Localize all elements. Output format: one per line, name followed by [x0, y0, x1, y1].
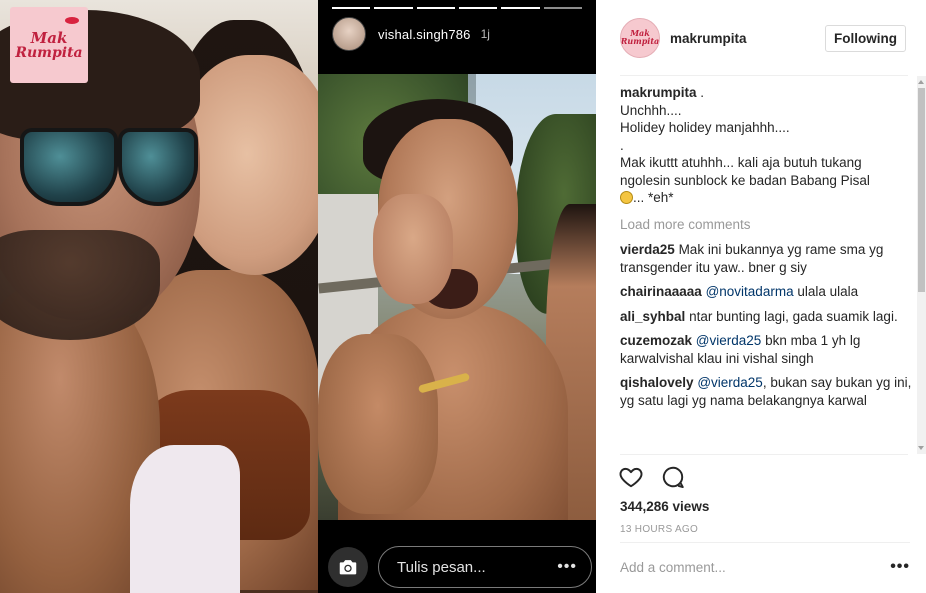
- load-more-comments-link[interactable]: Load more comments: [620, 216, 916, 234]
- heart-icon[interactable]: [618, 464, 644, 490]
- mak-rumpita-logo: Mak Rumpita: [10, 7, 88, 83]
- caption-line: Unchhh....: [620, 102, 682, 118]
- story-photo: [318, 74, 596, 520]
- view-count: 344,286 views: [620, 499, 710, 514]
- comment-username[interactable]: qishalovely: [620, 375, 694, 390]
- more-options-icon[interactable]: •••: [890, 558, 910, 576]
- comment-username[interactable]: ali_syhbal: [620, 309, 685, 324]
- story-progress-bars: [332, 7, 582, 9]
- story-progress-segment: [543, 7, 582, 9]
- story-progress-segment: [458, 7, 498, 9]
- comments-scrollbar[interactable]: [917, 76, 926, 454]
- story-header: vishal.singh786 1j: [332, 17, 490, 51]
- caption-line: Mak ikuttt atuhhh... kali aja butuh tuka…: [620, 155, 862, 170]
- message-placeholder: Tulis pesan...: [397, 558, 486, 576]
- caption-suffix: .: [700, 85, 705, 100]
- post-username[interactable]: makrumpita: [670, 31, 825, 46]
- caption-line: .: [620, 137, 624, 153]
- avatar-line2: Rumpita: [620, 36, 660, 46]
- comment: ali_syhbal ntar bunting lagi, gada suami…: [620, 308, 916, 326]
- comment-username[interactable]: cuzemozak: [620, 333, 692, 348]
- story-username: vishal.singh786: [378, 26, 471, 42]
- scroll-down-arrow-icon[interactable]: [918, 446, 924, 450]
- post-header: Mak Rumpita makrumpita Following: [596, 0, 926, 76]
- caption-last-text: ... *eh*: [633, 190, 674, 205]
- lips-icon: [65, 17, 79, 24]
- sunglasses-right-lens: [118, 128, 198, 206]
- story-progress-segment: [332, 7, 371, 9]
- man-hand: [373, 194, 453, 304]
- comment-username[interactable]: chairinaaaaa: [620, 284, 702, 299]
- left-photo: Mak Rumpita: [0, 0, 318, 593]
- comment-mention[interactable]: @vierda25: [697, 375, 763, 390]
- comment-mention[interactable]: @novitadarma: [706, 284, 794, 299]
- comment: cuzemozak @vierda25 bkn mba 1 yh lg karw…: [620, 332, 916, 367]
- post-timestamp: 13 HOURS AGO: [620, 524, 699, 535]
- comment-icon[interactable]: [660, 464, 686, 490]
- story-progress-segment: [416, 7, 455, 9]
- story-progress-segment: [501, 7, 540, 9]
- comment-username[interactable]: vierda25: [620, 242, 675, 257]
- post-sidebar: Mak Rumpita makrumpita Following makrump…: [596, 0, 926, 593]
- camera-button[interactable]: [328, 547, 368, 587]
- logo-line2: Rumpita: [15, 44, 83, 61]
- story-timestamp: 1j: [480, 27, 490, 41]
- post-media: Mak Rumpita vishal.singh786 1j Tulis pes…: [0, 0, 596, 593]
- caption-line: Holidey holidey manjahhh....: [620, 120, 790, 135]
- story-message-input[interactable]: Tulis pesan... •••: [378, 546, 592, 588]
- more-icon[interactable]: •••: [557, 558, 577, 576]
- comment: vierda25 Mak ini bukannya yg rame sma yg…: [620, 241, 916, 276]
- comment-text: ulala ulala: [797, 284, 859, 299]
- logo-line1: Mak: [30, 28, 68, 47]
- avatar[interactable]: Mak Rumpita: [620, 18, 660, 58]
- caption-username[interactable]: makrumpita: [620, 85, 697, 100]
- comment-text: ntar bunting lagi, gada suamik lagi.: [689, 308, 898, 324]
- add-comment-bar: Add a comment... •••: [620, 542, 910, 592]
- story-progress-segment: [374, 7, 413, 9]
- scrollbar-thumb[interactable]: [918, 88, 925, 292]
- emoji-icon: [620, 191, 633, 204]
- comment-mention[interactable]: @vierda25: [696, 333, 762, 348]
- comment: chairinaaaaa @novitadarma ulala ulala: [620, 283, 916, 301]
- comments-list: makrumpita . Unchhh.... Holidey holidey …: [620, 84, 916, 454]
- following-button[interactable]: Following: [825, 24, 906, 52]
- sunglasses-left-lens: [20, 128, 118, 206]
- caption-last-line: ... *eh*: [620, 189, 916, 207]
- caption-line: ngolesin sunblock ke badan Babang Pisal: [620, 172, 870, 188]
- scroll-up-arrow-icon[interactable]: [918, 80, 924, 84]
- camera-icon: [339, 560, 357, 575]
- add-comment-input[interactable]: Add a comment...: [620, 560, 890, 575]
- story-screenshot: vishal.singh786 1j Tulis pesan... •••: [318, 0, 596, 593]
- man-arm: [318, 334, 438, 514]
- post-actions: 344,286 views 13 HOURS AGO Add a comment…: [596, 454, 926, 593]
- caption: makrumpita . Unchhh.... Holidey holidey …: [620, 84, 916, 207]
- story-avatar: [332, 17, 366, 51]
- comment: qishalovely @vierda25, bukan say bukan y…: [620, 374, 916, 409]
- towel: [130, 445, 240, 593]
- story-reply-bar: Tulis pesan... •••: [318, 544, 596, 593]
- action-icons: [618, 464, 686, 490]
